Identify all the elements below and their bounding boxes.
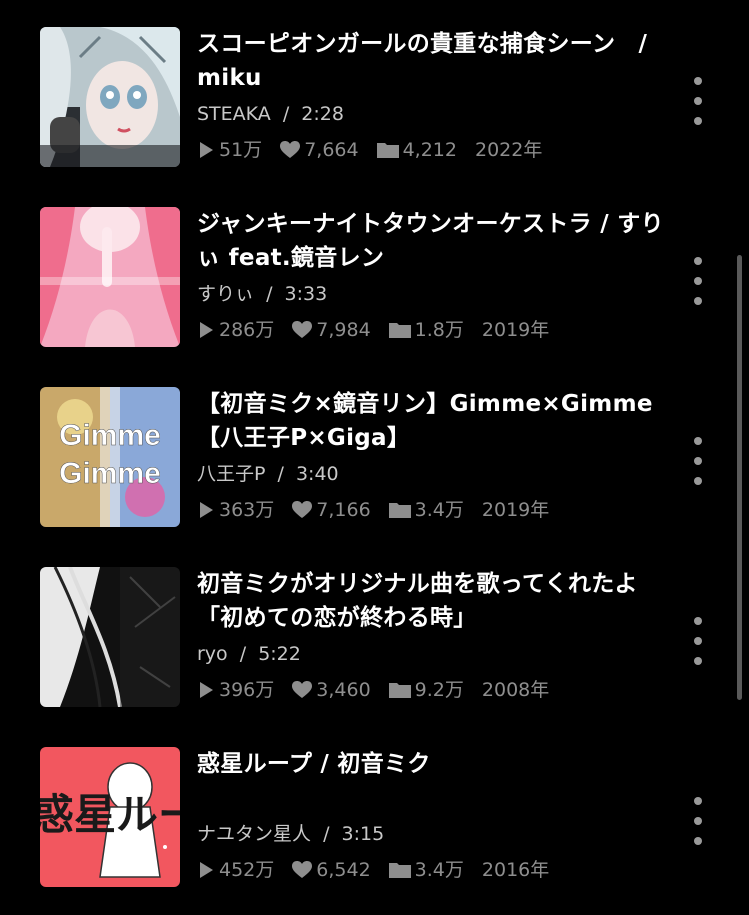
more-options-button[interactable] bbox=[686, 797, 710, 845]
song-stats: 51万 7,664 4,212 2022年 bbox=[197, 135, 667, 165]
release-year: 2019年 bbox=[481, 319, 550, 341]
song-artist[interactable]: 八王子P bbox=[197, 463, 265, 485]
song-title[interactable]: 【初音ミク×鏡音リン】Gimme×Gimme【八王子P×Giga】 bbox=[197, 387, 667, 455]
heart-icon bbox=[292, 681, 313, 698]
like-count: 6,542 bbox=[292, 855, 371, 885]
separator: / bbox=[266, 283, 273, 305]
heart-icon bbox=[292, 501, 313, 518]
song-item[interactable]: スコーピオンガールの貴重な捕食シーン / miku STEAKA / 2:28 … bbox=[0, 27, 749, 167]
play-icon bbox=[200, 862, 213, 878]
folder-icon bbox=[388, 503, 411, 518]
separator: / bbox=[239, 643, 247, 665]
more-vertical-icon bbox=[694, 77, 702, 85]
view-count: 51万 bbox=[197, 135, 262, 165]
mylist-count: 3.4万 bbox=[388, 495, 464, 525]
song-item[interactable]: Gimme Gimme 【初音ミク×鏡音リン】Gimme×Gimme【八王子P×… bbox=[0, 387, 749, 527]
song-stats: 286万 7,984 1.8万 2019年 bbox=[197, 315, 667, 345]
release-year: 2016年 bbox=[481, 859, 550, 881]
thumbnail-text: Gimme bbox=[59, 457, 161, 490]
song-duration: 5:22 bbox=[258, 643, 301, 665]
separator: / bbox=[282, 103, 290, 125]
song-artist-duration: 八王子P / 3:40 bbox=[197, 459, 667, 489]
song-info: ジャンキーナイトタウンオーケストラ / すりぃ feat.鏡音レン すりぃ / … bbox=[197, 207, 667, 345]
song-artist[interactable]: ナユタン星人 bbox=[197, 823, 311, 845]
song-title[interactable]: 初音ミクがオリジナル曲を歌ってくれたよ「初めての恋が終わる時」 bbox=[197, 567, 667, 635]
song-thumbnail[interactable]: 惑星ルー bbox=[40, 747, 180, 887]
release-year: 2022年 bbox=[475, 139, 543, 161]
play-icon bbox=[200, 142, 213, 158]
folder-icon bbox=[388, 323, 411, 338]
song-duration: 3:40 bbox=[295, 463, 339, 485]
mylist-count: 3.4万 bbox=[388, 855, 464, 885]
mylist-count: 4,212 bbox=[376, 135, 457, 165]
song-item[interactable]: ジャンキーナイトタウンオーケストラ / すりぃ feat.鏡音レン すりぃ / … bbox=[0, 207, 749, 347]
more-vertical-icon bbox=[694, 257, 702, 265]
song-duration: 3:15 bbox=[341, 823, 385, 845]
song-title[interactable]: スコーピオンガールの貴重な捕食シーン / miku bbox=[197, 27, 667, 95]
song-stats: 452万 6,542 3.4万 2016年 bbox=[197, 855, 667, 885]
song-title[interactable]: ジャンキーナイトタウンオーケストラ / すりぃ feat.鏡音レン bbox=[197, 207, 667, 275]
separator: / bbox=[323, 823, 330, 845]
mylist-count: 1.8万 bbox=[388, 315, 464, 345]
song-thumbnail[interactable] bbox=[40, 27, 180, 167]
heart-icon bbox=[292, 861, 313, 878]
song-artist-duration: ナユタン星人 / 3:15 bbox=[197, 819, 667, 849]
folder-icon bbox=[388, 863, 411, 878]
mylist-count: 9.2万 bbox=[388, 675, 464, 705]
folder-icon bbox=[376, 143, 399, 158]
song-stats: 396万 3,460 9.2万 2008年 bbox=[197, 675, 667, 705]
scrollbar[interactable] bbox=[737, 255, 742, 700]
song-artist[interactable]: ryo bbox=[197, 643, 228, 665]
like-count: 7,984 bbox=[292, 315, 371, 345]
like-count: 3,460 bbox=[292, 675, 371, 705]
song-item[interactable]: 惑星ルー 惑星ループ / 初音ミク ナユタン星人 / 3:15 452万 6,5… bbox=[0, 747, 749, 887]
song-artist-duration: すりぃ / 3:33 bbox=[197, 279, 667, 309]
heart-icon bbox=[292, 321, 313, 338]
play-icon bbox=[200, 322, 213, 338]
song-stats: 363万 7,166 3.4万 2019年 bbox=[197, 495, 667, 525]
song-duration: 3:33 bbox=[284, 283, 328, 305]
release-year: 2008年 bbox=[481, 679, 550, 701]
folder-icon bbox=[388, 683, 411, 698]
song-thumbnail[interactable] bbox=[40, 567, 180, 707]
play-icon bbox=[200, 502, 213, 518]
song-info: 初音ミクがオリジナル曲を歌ってくれたよ「初めての恋が終わる時」 ryo / 5:… bbox=[197, 567, 667, 705]
like-count: 7,664 bbox=[280, 135, 359, 165]
song-info: スコーピオンガールの貴重な捕食シーン / miku STEAKA / 2:28 … bbox=[197, 27, 667, 165]
thumbnail-text: Gimme bbox=[59, 419, 161, 452]
song-artist[interactable]: STEAKA bbox=[197, 103, 271, 125]
song-info: 【初音ミク×鏡音リン】Gimme×Gimme【八王子P×Giga】 八王子P /… bbox=[197, 387, 667, 525]
more-options-button[interactable] bbox=[686, 77, 710, 125]
view-count: 396万 bbox=[197, 675, 274, 705]
view-count: 452万 bbox=[197, 855, 274, 885]
thumbnail-text: 惑星ルー bbox=[40, 790, 180, 839]
song-duration: 2:28 bbox=[301, 103, 344, 125]
song-thumbnail[interactable]: Gimme Gimme bbox=[40, 387, 180, 527]
separator: / bbox=[277, 463, 284, 485]
view-count: 286万 bbox=[197, 315, 274, 345]
song-thumbnail[interactable] bbox=[40, 207, 180, 347]
more-options-button[interactable] bbox=[686, 617, 710, 665]
more-options-button[interactable] bbox=[686, 437, 710, 485]
more-vertical-icon bbox=[694, 437, 702, 445]
song-artist[interactable]: すりぃ bbox=[197, 283, 254, 305]
more-vertical-icon bbox=[694, 617, 702, 625]
play-icon bbox=[200, 682, 213, 698]
more-options-button[interactable] bbox=[686, 257, 710, 305]
view-count: 363万 bbox=[197, 495, 274, 525]
song-info: 惑星ループ / 初音ミク ナユタン星人 / 3:15 452万 6,542 3.… bbox=[197, 747, 667, 885]
more-vertical-icon bbox=[694, 797, 702, 805]
like-count: 7,166 bbox=[292, 495, 371, 525]
song-title[interactable]: 惑星ループ / 初音ミク bbox=[197, 747, 667, 815]
release-year: 2019年 bbox=[481, 499, 550, 521]
heart-icon bbox=[280, 141, 301, 158]
song-item[interactable]: 初音ミクがオリジナル曲を歌ってくれたよ「初めての恋が終わる時」 ryo / 5:… bbox=[0, 567, 749, 707]
song-artist-duration: STEAKA / 2:28 bbox=[197, 99, 667, 129]
song-artist-duration: ryo / 5:22 bbox=[197, 639, 667, 669]
